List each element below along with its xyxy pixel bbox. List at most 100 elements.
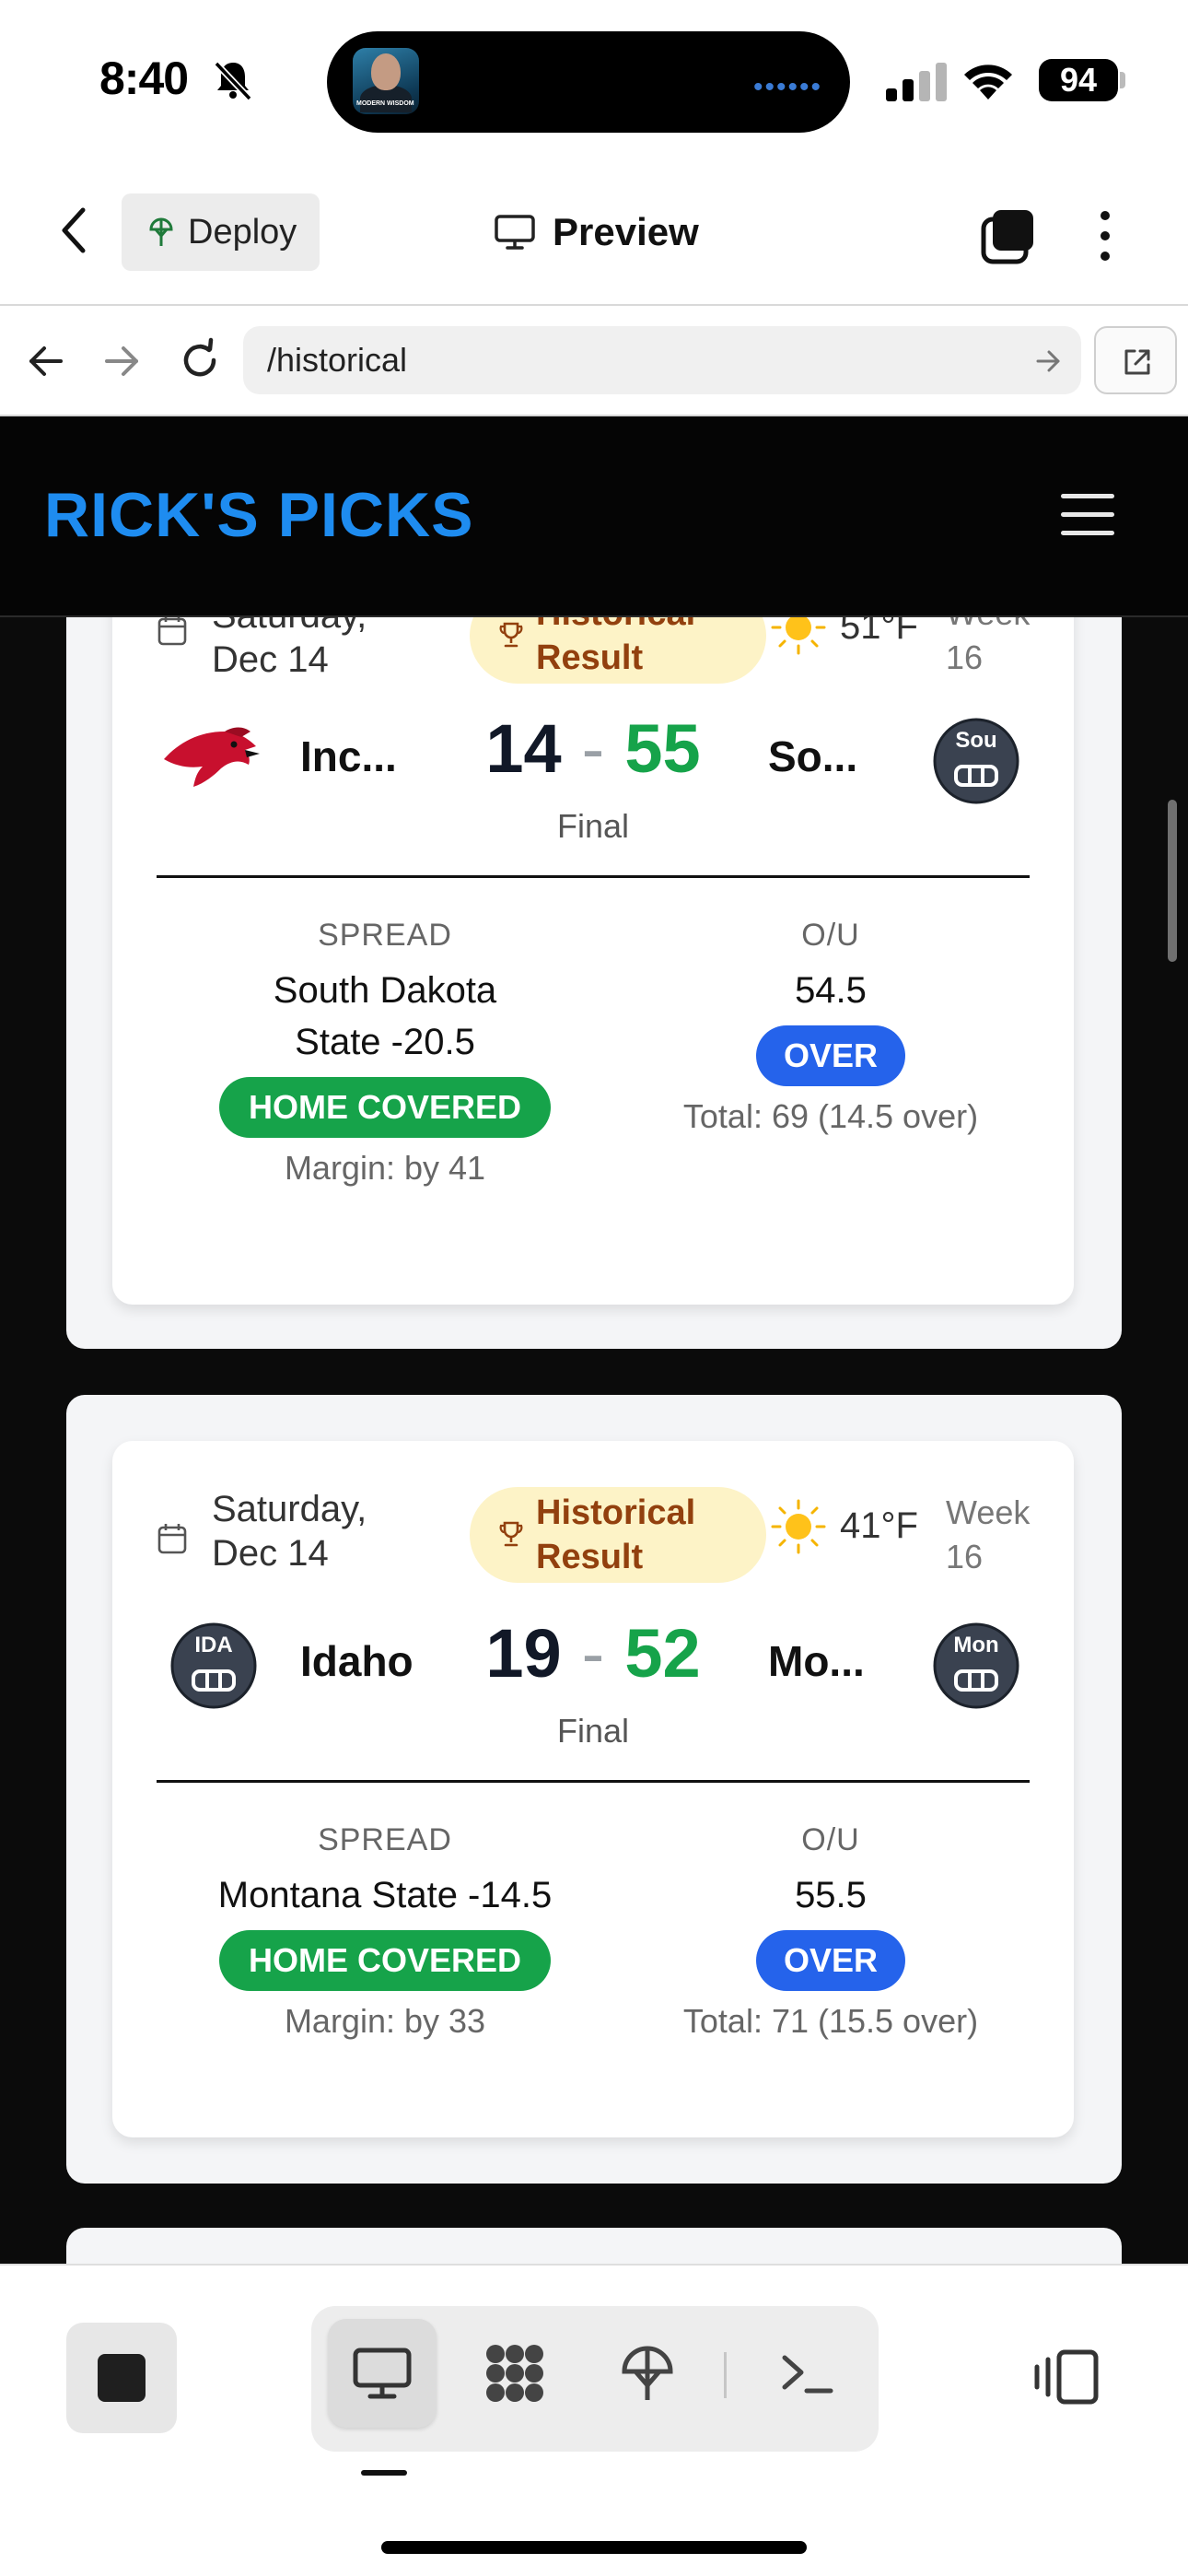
home-logo-text: Sou [955,728,997,753]
browser-forward-icon[interactable] [101,341,142,381]
go-arrow-icon[interactable] [1035,348,1061,374]
ou-line: 54.5 [795,970,867,1011]
card-divider [157,875,1030,878]
game-card: Saturday, Dec 14 Historical Result [112,1441,1074,2137]
preview-tab[interactable]: Preview [494,205,699,260]
stop-icon [98,2354,146,2402]
calendar-icon [157,615,187,646]
status-bar: 8:40 MODERN WISDOM •••••• 94 [0,0,1188,157]
spread-margin: Margin: by 33 [284,2002,486,2040]
deploy-view-button[interactable] [593,2319,702,2428]
scoreline: 14-55 [112,709,1074,788]
home-team-name: Mo... [768,1637,865,1685]
preview-view-button[interactable] [328,2319,437,2428]
home-score: 52 [624,1615,701,1692]
away-score: 14 [485,710,562,787]
score-dash: - [581,1615,605,1692]
browser-back-icon[interactable] [26,341,66,381]
over-under-column: O/U 54.5 OVER Total: 69 (14.5 over) [628,918,1033,1136]
game-container: Saturday, Dec 14 Historical Result [66,1395,1122,2184]
editor-top-bar: Deploy Preview [0,157,1188,306]
spread-result-badge: HOME COVERED [218,1930,552,1991]
terminal-view-button[interactable] [753,2319,862,2428]
monitor-icon [495,215,535,250]
status-time: 8:40 [99,53,189,104]
game-week: Week 16 [946,1493,1031,1575]
spread-column: SPREAD South Dakota State -20.5 HOME COV… [146,918,624,1188]
spread-line: Montana State -14.5 [217,1875,553,1915]
game-date: Saturday, Dec 14 [212,1489,367,1574]
scrollbar-thumb[interactable] [1168,800,1177,962]
spread-margin: Margin: by 41 [284,1149,486,1187]
ou-heading: O/U [801,1822,860,1857]
away-score: 19 [485,1615,562,1692]
game-container [66,2228,1122,2264]
home-team-logo: Mon [932,1622,1020,1710]
tabs-icon[interactable] [978,206,1037,265]
score-dash: - [581,710,605,787]
calendar-icon [157,1524,187,1554]
deploy-button[interactable]: Deploy [122,193,320,271]
ou-result-badge: OVER [755,1930,906,1991]
workspace-view-button[interactable] [460,2319,569,2428]
site-header: RICK'S PICKS [0,416,1188,617]
sun-icon [771,1499,826,1554]
scoreline: 19-52 [112,1614,1074,1692]
segment-separator [724,2352,727,2398]
trophy-icon [499,622,523,648]
monitor-icon [353,2348,412,2399]
ou-total: Total: 69 (14.5 over) [682,1097,979,1135]
dynamic-island[interactable]: MODERN WISDOM •••••• [327,31,850,133]
ou-heading: O/U [801,918,860,953]
over-under-column: O/U 55.5 OVER Total: 71 (15.5 over) [628,1822,1033,2041]
bottom-toolbar [0,2264,1188,2576]
badge-label: Historical Result [536,1493,696,1576]
home-score: 55 [624,710,701,787]
open-external-button[interactable] [1094,326,1177,394]
ou-total: Total: 71 (15.5 over) [682,2002,979,2040]
url-text: /historical [267,341,408,379]
site-viewport: RICK'S PICKS Saturday, Dec 14 [0,416,1188,2264]
terminal-icon [782,2355,833,2394]
home-team-name: So... [768,732,858,780]
historical-result-badge: Historical Result [470,1487,766,1583]
home-logo-text: Mon [953,1633,999,1657]
home-team-logo: Sou [932,717,1020,805]
url-field[interactable]: /historical [243,326,1081,394]
active-view-indicator [361,2470,407,2476]
spread-column: SPREAD Montana State -14.5 HOME COVERED … [146,1822,624,2041]
game-temperature: 41°F [840,1505,918,1546]
wifi-icon [964,64,1012,100]
trophy-icon [499,1521,523,1547]
ou-line: 55.5 [795,1875,867,1915]
spread-line: South Dakota State -20.5 [273,970,497,1062]
site-brand[interactable]: RICK'S PICKS [44,479,473,551]
home-indicator[interactable] [381,2541,807,2554]
back-chevron-icon[interactable] [55,205,92,256]
spread-result-badge: HOME COVERED [218,1077,552,1138]
silent-bell-icon [214,61,252,101]
card-divider [157,1780,1030,1783]
spread-heading: SPREAD [318,918,452,953]
deploy-icon [622,2346,673,2400]
hamburger-menu-icon[interactable] [1061,494,1114,536]
preview-label: Preview [553,210,699,253]
reload-icon[interactable] [177,337,223,383]
game-status: Final [556,807,630,845]
battery-tip [1120,72,1125,88]
deploy-icon [149,217,173,246]
now-playing-artwork: MODERN WISDOM [353,48,419,114]
more-options-icon[interactable] [1089,206,1122,265]
grid-blob-icon [486,2345,543,2402]
deploy-label: Deploy [188,212,297,252]
spread-heading: SPREAD [318,1822,452,1857]
stop-button[interactable] [66,2323,177,2433]
battery-indicator: 94 [1039,59,1118,101]
view-switcher [311,2306,879,2452]
cellular-signal-icon [886,63,947,101]
sidebar-toggle-icon[interactable] [1031,2347,1101,2407]
audio-waveform-icon: •••••• [752,72,822,102]
game-status: Final [556,1712,630,1750]
ou-result-badge: OVER [755,1025,906,1086]
external-link-icon [1124,349,1150,375]
